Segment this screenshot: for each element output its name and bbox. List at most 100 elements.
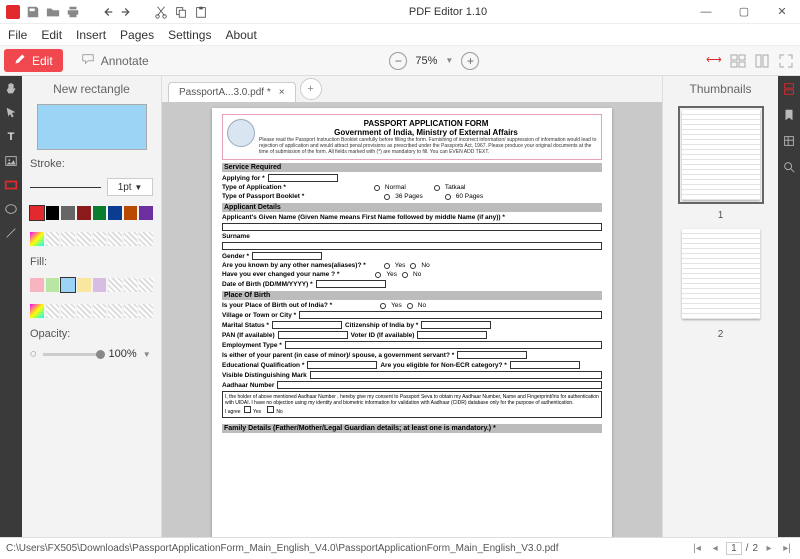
menu-settings[interactable]: Settings bbox=[168, 28, 211, 42]
form-subtitle: Government of India, Ministry of Externa… bbox=[227, 128, 597, 137]
fillswatch-purple[interactable] bbox=[93, 278, 107, 292]
fullscreen-icon[interactable] bbox=[778, 53, 794, 69]
menu-insert[interactable]: Insert bbox=[76, 28, 106, 42]
attachments-icon[interactable] bbox=[782, 134, 796, 148]
line-tool-icon[interactable] bbox=[4, 226, 18, 240]
save-icon[interactable] bbox=[26, 5, 40, 19]
stroke-weight-selector[interactable]: 1pt ▼ bbox=[107, 178, 153, 196]
page-number-input[interactable]: 1 bbox=[726, 542, 742, 555]
ellipse-tool-icon[interactable] bbox=[4, 202, 18, 216]
tab-bar: PassportA...3.0.pdf * × + bbox=[162, 76, 662, 102]
swatch-blue[interactable] bbox=[108, 206, 122, 220]
tool-strip-right bbox=[778, 76, 800, 537]
menu-about[interactable]: About bbox=[225, 28, 256, 42]
menu-edit[interactable]: Edit bbox=[41, 28, 62, 42]
layout-readmode-icon[interactable]: ⟷ bbox=[706, 53, 722, 69]
swatch-purple[interactable] bbox=[139, 206, 153, 220]
annotate-label: Annotate bbox=[101, 54, 149, 68]
inspector-title: New rectangle bbox=[30, 82, 153, 96]
thumbnail-2[interactable] bbox=[678, 225, 764, 323]
shape-preview bbox=[37, 104, 147, 150]
select-tool-icon[interactable] bbox=[4, 106, 18, 120]
print-icon[interactable] bbox=[66, 5, 80, 19]
section-applicant: Applicant Details bbox=[222, 203, 602, 212]
zoom-out-button[interactable]: − bbox=[389, 52, 407, 70]
swatch-gray[interactable] bbox=[61, 206, 75, 220]
page-canvas[interactable]: PASSPORT APPLICATION FORM Government of … bbox=[212, 108, 612, 537]
edit-mode-button[interactable]: Edit bbox=[4, 49, 63, 72]
text-tool-icon[interactable]: T bbox=[4, 130, 18, 144]
thumbnails-panel: Thumbnails 1 2 bbox=[662, 76, 778, 537]
fillswatch-blue[interactable] bbox=[61, 278, 75, 292]
titlebar: PDF Editor 1.10 — ▢ ✕ bbox=[0, 0, 800, 24]
swatch-green[interactable] bbox=[93, 206, 107, 220]
search-icon[interactable] bbox=[782, 160, 796, 174]
cut-icon[interactable] bbox=[154, 5, 168, 19]
menu-pages[interactable]: Pages bbox=[120, 28, 154, 42]
first-page-button[interactable]: |◂ bbox=[690, 542, 704, 556]
thumbnail-1[interactable] bbox=[678, 106, 764, 204]
form-title: PASSPORT APPLICATION FORM bbox=[227, 119, 597, 128]
layout-grid-icon[interactable] bbox=[730, 53, 746, 69]
undo-icon[interactable] bbox=[100, 5, 114, 19]
menubar: File Edit Insert Pages Settings About bbox=[0, 24, 800, 46]
form-instructions: Please read the Passport Instruction Boo… bbox=[227, 137, 597, 155]
swatch-orange[interactable] bbox=[124, 206, 138, 220]
swatch-none[interactable] bbox=[46, 232, 60, 246]
maximize-button[interactable]: ▢ bbox=[726, 0, 762, 24]
section-service: Service Required bbox=[222, 163, 602, 172]
thumbnails-toggle-icon[interactable] bbox=[782, 82, 796, 96]
prev-page-button[interactable]: ◂ bbox=[708, 542, 722, 556]
fill-label: Fill: bbox=[30, 256, 153, 268]
open-icon[interactable] bbox=[46, 5, 60, 19]
add-tab-button[interactable]: + bbox=[300, 78, 322, 100]
opacity-value[interactable]: 100% bbox=[109, 348, 137, 360]
rect-tool-icon[interactable] bbox=[4, 178, 18, 192]
tab-close-icon[interactable]: × bbox=[279, 87, 285, 98]
stroke-colors bbox=[30, 206, 153, 220]
annotate-mode-button[interactable]: Annotate bbox=[71, 48, 159, 73]
zoom-in-button[interactable]: + bbox=[461, 52, 479, 70]
redo-icon[interactable] bbox=[120, 5, 134, 19]
stroke-style-selector[interactable] bbox=[30, 187, 101, 188]
menu-file[interactable]: File bbox=[8, 28, 27, 42]
close-button[interactable]: ✕ bbox=[764, 0, 800, 24]
zoom-value[interactable]: 75% bbox=[415, 55, 437, 67]
swatch-black[interactable] bbox=[46, 206, 60, 220]
copy-icon[interactable] bbox=[174, 5, 188, 19]
pencil-icon bbox=[14, 53, 26, 68]
inspector-panel: New rectangle Stroke: 1pt ▼ Fill: bbox=[22, 76, 162, 537]
section-family: Family Details (Father/Mother/Legal Guar… bbox=[222, 424, 602, 433]
layout-pageflip-icon[interactable] bbox=[754, 53, 770, 69]
toolbar: Edit Annotate − 75% ▼ + ⟷ bbox=[0, 46, 800, 76]
last-page-button[interactable]: ▸| bbox=[780, 542, 794, 556]
fillswatch-none[interactable] bbox=[108, 278, 122, 292]
document-area: PassportA...3.0.pdf * × + PASSPORT APPLI… bbox=[162, 76, 662, 537]
file-path: C:\Users\FX505\Downloads\PassportApplica… bbox=[6, 543, 690, 554]
fillswatch-yellow[interactable] bbox=[77, 278, 91, 292]
next-page-button[interactable]: ▸ bbox=[762, 542, 776, 556]
image-tool-icon[interactable] bbox=[4, 154, 18, 168]
tab-label: PassportA...3.0.pdf * bbox=[179, 87, 271, 98]
emblem-icon bbox=[227, 119, 255, 147]
document-tab[interactable]: PassportA...3.0.pdf * × bbox=[168, 82, 296, 102]
swatch-red[interactable] bbox=[30, 206, 44, 220]
zoom-dropdown-icon[interactable]: ▼ bbox=[445, 56, 453, 65]
fill-color-picker-icon[interactable] bbox=[30, 304, 44, 318]
fillswatch-green[interactable] bbox=[46, 278, 60, 292]
page-viewport[interactable]: PASSPORT APPLICATION FORM Government of … bbox=[162, 102, 662, 537]
tool-strip-left: T bbox=[0, 76, 22, 537]
bookmarks-icon[interactable] bbox=[782, 108, 796, 122]
hand-tool-icon[interactable] bbox=[4, 82, 18, 96]
paste-icon[interactable] bbox=[194, 5, 208, 19]
statusbar: C:\Users\FX505\Downloads\PassportApplica… bbox=[0, 537, 800, 559]
minimize-button[interactable]: — bbox=[688, 0, 724, 24]
edit-label: Edit bbox=[32, 54, 53, 68]
stroke-color-picker-icon[interactable] bbox=[30, 232, 44, 246]
fillswatch-pink[interactable] bbox=[30, 278, 44, 292]
opacity-dropdown-icon[interactable]: ▼ bbox=[143, 350, 151, 359]
opacity-slider[interactable] bbox=[43, 353, 103, 356]
swatch-darkred[interactable] bbox=[77, 206, 91, 220]
page-total: 2 bbox=[752, 543, 758, 554]
speech-icon bbox=[81, 52, 95, 69]
